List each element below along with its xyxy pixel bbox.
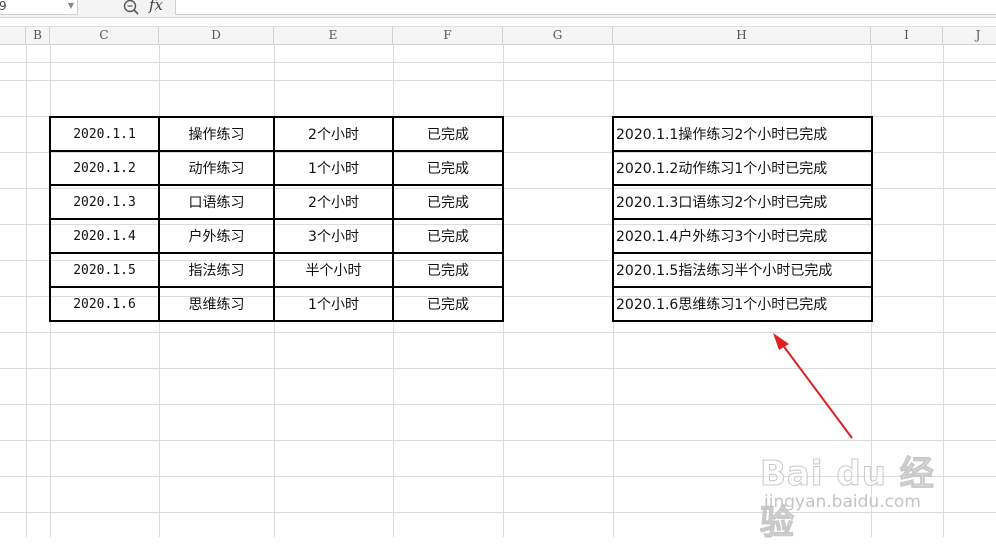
- column-header-i[interactable]: I: [871, 27, 943, 44]
- duration-cell[interactable]: 半个小时: [273, 252, 394, 288]
- table-row: 2020.1.6思维练习1个小时已完成: [612, 286, 873, 322]
- chevron-down-icon[interactable]: ▼: [68, 0, 74, 14]
- activity-cell[interactable]: 指法练习: [158, 252, 275, 288]
- formula-input[interactable]: [175, 0, 996, 15]
- table-row: 2020.1.4 户外练习 3个小时 已完成: [49, 218, 504, 254]
- activity-cell[interactable]: 户外练习: [158, 218, 275, 254]
- status-cell[interactable]: 已完成: [392, 184, 504, 220]
- column-header-c[interactable]: C: [50, 27, 159, 44]
- formula-bar: 9 ▼ fx: [0, 0, 996, 18]
- name-box[interactable]: 9 ▼: [0, 0, 78, 15]
- column-header-b[interactable]: B: [26, 27, 50, 44]
- column-header-g[interactable]: G: [503, 27, 613, 44]
- left-data-table: 2020.1.1 操作练习 2个小时 已完成 2020.1.2 动作练习 1个小…: [49, 116, 504, 322]
- date-cell[interactable]: 2020.1.5: [49, 252, 160, 288]
- merged-cell[interactable]: 2020.1.3口语练习2个小时已完成: [612, 184, 873, 220]
- status-cell[interactable]: 已完成: [392, 286, 504, 322]
- grid-line: [0, 512, 996, 513]
- activity-cell[interactable]: 动作练习: [158, 150, 275, 186]
- merged-cell[interactable]: 2020.1.5指法练习半个小时已完成: [612, 252, 873, 288]
- column-header-f[interactable]: F: [393, 27, 503, 44]
- date-cell[interactable]: 2020.1.6: [49, 286, 160, 322]
- table-row: 2020.1.3 口语练习 2个小时 已完成: [49, 184, 504, 220]
- grid-line: [0, 80, 996, 81]
- date-cell[interactable]: 2020.1.4: [49, 218, 160, 254]
- merged-cell[interactable]: 2020.1.2动作练习1个小时已完成: [612, 150, 873, 186]
- duration-cell[interactable]: 1个小时: [273, 150, 394, 186]
- grid-line: [0, 476, 996, 477]
- fx-icon[interactable]: fx: [149, 0, 163, 14]
- column-header-e[interactable]: E: [274, 27, 393, 44]
- table-row: 2020.1.2动作练习1个小时已完成: [612, 150, 873, 186]
- status-cell[interactable]: 已完成: [392, 116, 504, 152]
- table-row: 2020.1.1操作练习2个小时已完成: [612, 116, 873, 152]
- duration-cell[interactable]: 2个小时: [273, 116, 394, 152]
- column-header: B C D E F G H I J: [0, 26, 996, 45]
- grid-line: [0, 440, 996, 441]
- right-merged-table: 2020.1.1操作练习2个小时已完成 2020.1.2动作练习1个小时已完成 …: [612, 116, 873, 322]
- activity-cell[interactable]: 思维练习: [158, 286, 275, 322]
- duration-cell[interactable]: 1个小时: [273, 286, 394, 322]
- grid-line: [26, 44, 27, 537]
- grid-line: [0, 368, 996, 369]
- grid-line: [943, 44, 944, 537]
- table-row: 2020.1.4户外练习3个小时已完成: [612, 218, 873, 254]
- merged-cell[interactable]: 2020.1.1操作练习2个小时已完成: [612, 116, 873, 152]
- status-cell[interactable]: 已完成: [392, 218, 504, 254]
- merged-cell[interactable]: 2020.1.4户外练习3个小时已完成: [612, 218, 873, 254]
- column-header-h[interactable]: H: [613, 27, 871, 44]
- activity-cell[interactable]: 口语练习: [158, 184, 275, 220]
- zoom-icon[interactable]: [122, 0, 140, 16]
- duration-cell[interactable]: 3个小时: [273, 218, 394, 254]
- date-cell[interactable]: 2020.1.2: [49, 150, 160, 186]
- merged-cell[interactable]: 2020.1.6思维练习1个小时已完成: [612, 286, 873, 322]
- table-row: 2020.1.3口语练习2个小时已完成: [612, 184, 873, 220]
- date-cell[interactable]: 2020.1.3: [49, 184, 160, 220]
- status-cell[interactable]: 已完成: [392, 150, 504, 186]
- column-header-j[interactable]: J: [943, 27, 996, 44]
- column-header-partial[interactable]: [0, 27, 26, 44]
- grid-line: [0, 404, 996, 405]
- grid-line: [0, 332, 996, 333]
- table-row: 2020.1.6 思维练习 1个小时 已完成: [49, 286, 504, 322]
- date-cell[interactable]: 2020.1.1: [49, 116, 160, 152]
- table-row: 2020.1.5指法练习半个小时已完成: [612, 252, 873, 288]
- table-row: 2020.1.5 指法练习 半个小时 已完成: [49, 252, 504, 288]
- grid-line: [0, 62, 996, 63]
- column-header-d[interactable]: D: [159, 27, 274, 44]
- duration-cell[interactable]: 2个小时: [273, 184, 394, 220]
- status-cell[interactable]: 已完成: [392, 252, 504, 288]
- table-row: 2020.1.1 操作练习 2个小时 已完成: [49, 116, 504, 152]
- table-row: 2020.1.2 动作练习 1个小时 已完成: [49, 150, 504, 186]
- name-box-value: 9: [0, 0, 7, 13]
- activity-cell[interactable]: 操作练习: [158, 116, 275, 152]
